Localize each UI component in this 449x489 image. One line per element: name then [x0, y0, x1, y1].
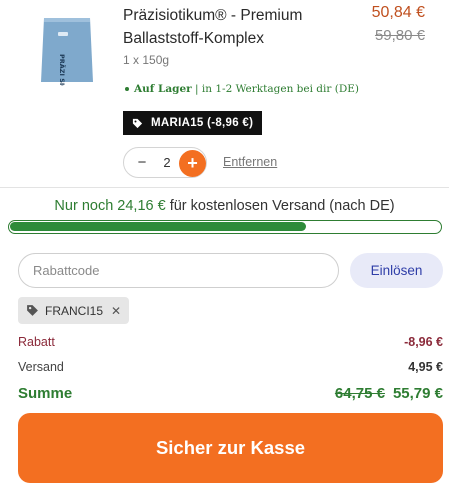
remove-item-link[interactable]: Entfernen: [223, 155, 277, 169]
product-image[interactable]: PRÄZI SIOTIKUM: [38, 14, 96, 86]
stock-status: Auf Lager | in 1-2 Werktagen bei dir (DE…: [125, 83, 359, 95]
package-text: PRÄZI SIOTIKUM: [58, 54, 67, 86]
stock-dot-icon: [125, 87, 129, 91]
quantity-value[interactable]: 2: [160, 154, 174, 172]
stock-status-detail: | in 1-2 Werktagen bei dir (DE): [191, 83, 360, 95]
checkout-button[interactable]: Sicher zur Kasse: [18, 413, 443, 483]
summe-values: 64,75 € 55,79 €: [335, 385, 443, 402]
free-shipping-text: für kostenlosen Versand (nach DE): [165, 198, 395, 214]
tag-icon: [132, 118, 143, 128]
quantity-stepper: − 2 +: [123, 147, 207, 178]
decrease-quantity-button[interactable]: −: [132, 153, 152, 173]
applied-discount-code: FRANCI15: [45, 303, 104, 318]
rabatt-value: -8,96 €: [404, 335, 443, 349]
coupon-tag-label: MARIA15 (-8,96 €): [151, 117, 254, 129]
product-name[interactable]: Präzisiotikum® - Premium Ballaststoff-Ko…: [123, 4, 363, 50]
tag-icon: [27, 305, 38, 316]
increase-quantity-button[interactable]: +: [179, 150, 206, 177]
price-original: 59,80 €: [374, 27, 425, 44]
applied-discount-chip: FRANCI15 ✕: [18, 297, 130, 324]
close-icon[interactable]: ✕: [111, 304, 121, 318]
discount-code-input[interactable]: [18, 253, 339, 288]
free-shipping-message: Nur noch 24,16 € für kostenlosen Versand…: [0, 198, 449, 214]
stock-status-bold: Auf Lager: [134, 83, 192, 95]
product-variant: 1 x 150g: [123, 53, 170, 67]
cart-item: PRÄZI SIOTIKUM Präzisiotikum® - Premium …: [0, 0, 449, 186]
free-shipping-amount: Nur noch 24,16 €: [54, 198, 166, 214]
summe-old: 64,75 €: [334, 385, 385, 402]
versand-value: 4,95 €: [408, 360, 443, 374]
redeem-button[interactable]: Einlösen: [350, 253, 443, 288]
summe-new: 55,79 €: [392, 385, 443, 402]
divider: [0, 187, 449, 188]
free-shipping-progress: [8, 220, 442, 234]
free-shipping-progress-fill: [10, 222, 307, 231]
versand-label: Versand: [18, 360, 64, 374]
rabatt-label: Rabatt: [18, 335, 55, 349]
summe-label: Summe: [18, 385, 73, 402]
coupon-tag: MARIA15 (-8,96 €): [123, 111, 263, 135]
price-current: 50,84 €: [371, 4, 425, 21]
